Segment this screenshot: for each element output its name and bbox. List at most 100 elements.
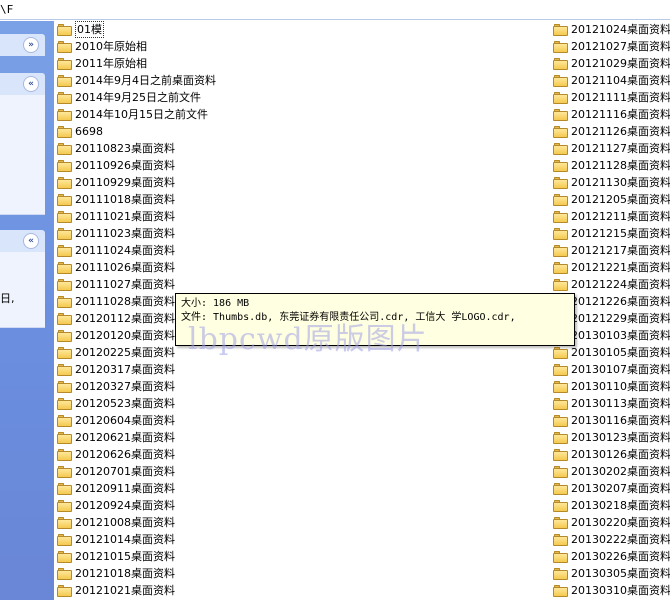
folder-item[interactable]: 2014年9月25日之前文件	[57, 89, 201, 106]
folder-item[interactable]: 20130222桌面资料	[553, 531, 670, 548]
folder-item[interactable]: 20121111桌面资料	[553, 89, 670, 106]
folder-item[interactable]: 20121024桌面资料	[553, 21, 670, 38]
address-bar[interactable]: \F	[0, 0, 670, 20]
folder-item[interactable]: 20111021桌面资料	[57, 208, 175, 225]
folder-item[interactable]: 20121104桌面资料	[553, 72, 670, 89]
folder-item[interactable]: 20120523桌面资料	[57, 395, 175, 412]
folder-item[interactable]: 20121015桌面资料	[57, 548, 175, 565]
folder-item[interactable]: 20120112桌面资料	[57, 310, 175, 327]
folder-item[interactable]: 2010年原始相	[57, 38, 147, 55]
folder-item[interactable]: 20120120桌面资料	[57, 327, 175, 344]
folder-icon	[57, 465, 72, 478]
folder-name: 20121221桌面资料	[571, 261, 670, 274]
folder-name: 20120120桌面资料	[75, 329, 175, 342]
task-group-header-2[interactable]: «	[0, 73, 45, 95]
folder-icon	[57, 499, 72, 512]
folder-icon	[553, 584, 568, 597]
folder-icon	[57, 108, 72, 121]
folder-item[interactable]: 2011年原始相	[57, 55, 147, 72]
task-group-header-3[interactable]: «	[0, 230, 45, 252]
folder-item[interactable]: 20121211桌面资料	[553, 208, 670, 225]
folder-item[interactable]: 2014年10月15日之前文件	[57, 106, 208, 123]
folder-item[interactable]: 20121027桌面资料	[553, 38, 670, 55]
folder-item[interactable]: 20121128桌面资料	[553, 157, 670, 174]
folder-name: 20120523桌面资料	[75, 397, 175, 410]
folder-item[interactable]: 20121018桌面资料	[57, 565, 175, 582]
folder-item[interactable]: 20121127桌面资料	[553, 140, 670, 157]
folder-item[interactable]: 20111026桌面资料	[57, 259, 175, 276]
folder-item[interactable]: 20121021桌面资料	[57, 582, 175, 599]
folder-item[interactable]: 2014年9月4日之前桌面资料	[57, 72, 216, 89]
folder-item[interactable]: 20130105桌面资料	[553, 344, 670, 361]
folder-icon	[553, 397, 568, 410]
folder-item[interactable]: 6698	[57, 123, 103, 140]
folder-item[interactable]: 01模	[57, 21, 104, 38]
folder-item[interactable]: 20110823桌面资料	[57, 140, 175, 157]
folder-icon	[57, 159, 72, 172]
folder-item[interactable]: 20120317桌面资料	[57, 361, 175, 378]
folder-icon	[553, 278, 568, 291]
folder-name: 2014年9月4日之前桌面资料	[75, 74, 216, 87]
folder-item[interactable]: 20130226桌面资料	[553, 548, 670, 565]
folder-item[interactable]: 20130113桌面资料	[553, 395, 670, 412]
folder-item[interactable]: 20130310桌面资料	[553, 582, 670, 599]
folder-item[interactable]: 20121116桌面资料	[553, 106, 670, 123]
folder-item[interactable]: 20121008桌面资料	[57, 514, 175, 531]
folder-item[interactable]: 20111023桌面资料	[57, 225, 175, 242]
folder-item[interactable]: 20121224桌面资料	[553, 276, 670, 293]
folder-item[interactable]: 20121130桌面资料	[553, 174, 670, 191]
folder-name: 20130107桌面资料	[571, 363, 670, 376]
folder-item[interactable]: 20130220桌面资料	[553, 514, 670, 531]
folder-item[interactable]: 20121221桌面资料	[553, 259, 670, 276]
folder-item[interactable]: 20110929桌面资料	[57, 174, 175, 191]
folder-icon	[57, 533, 72, 546]
folder-item[interactable]: 20130116桌面资料	[553, 412, 670, 429]
task-group-header-1[interactable]: »	[0, 34, 45, 56]
folder-item[interactable]: 20120604桌面资料	[57, 412, 175, 429]
folder-item[interactable]: 20120225桌面资料	[57, 344, 175, 361]
chevron-up-icon[interactable]: «	[23, 76, 39, 92]
folder-item[interactable]: 20120621桌面资料	[57, 429, 175, 446]
folder-item[interactable]: 20130305桌面资料	[553, 565, 670, 582]
folder-item[interactable]: 20120911桌面资料	[57, 480, 175, 497]
folder-item[interactable]: 20121215桌面资料	[553, 225, 670, 242]
folder-item[interactable]: 20130110桌面资料	[553, 378, 670, 395]
folder-name: 20121127桌面资料	[571, 142, 670, 155]
folder-item[interactable]: 20121126桌面资料	[553, 123, 670, 140]
folder-item[interactable]: 20130107桌面资料	[553, 361, 670, 378]
folder-name: 20130305桌面资料	[571, 567, 670, 580]
folder-item[interactable]: 20120924桌面资料	[57, 497, 175, 514]
folder-icon	[553, 380, 568, 393]
folder-icon	[553, 159, 568, 172]
chevron-up-icon[interactable]: «	[23, 233, 39, 249]
folder-item[interactable]: 20120327桌面资料	[57, 378, 175, 395]
folder-item[interactable]: 20121029桌面资料	[553, 55, 670, 72]
folder-item[interactable]: 20111027桌面资料	[57, 276, 175, 293]
folder-icon	[57, 346, 72, 359]
folder-item[interactable]: 20111028桌面资料	[57, 293, 175, 310]
task-partial-text: 日,	[0, 292, 15, 305]
folder-name: 20130110桌面资料	[571, 380, 670, 393]
folder-icon	[553, 550, 568, 563]
folder-item[interactable]: 20111024桌面资料	[57, 242, 175, 259]
folder-item[interactable]: 20130123桌面资料	[553, 429, 670, 446]
folder-icon	[553, 533, 568, 546]
folder-icon	[57, 584, 72, 597]
folder-name: 20130103桌面资料	[571, 329, 670, 342]
folder-item[interactable]: 20120626桌面资料	[57, 446, 175, 463]
folder-item[interactable]: 20110926桌面资料	[57, 157, 175, 174]
folder-icon	[57, 295, 72, 308]
folder-item[interactable]: 20121205桌面资料	[553, 191, 670, 208]
folder-item[interactable]: 20121014桌面资料	[57, 531, 175, 548]
folder-item[interactable]: 20130126桌面资料	[553, 446, 670, 463]
folder-item[interactable]: 20120701桌面资料	[57, 463, 175, 480]
chevron-down-icon[interactable]: »	[23, 37, 39, 53]
folder-item[interactable]: 20130207桌面资料	[553, 480, 670, 497]
folder-item[interactable]: 20130202桌面资料	[553, 463, 670, 480]
folder-name: 20130105桌面资料	[571, 346, 670, 359]
folder-name: 2014年10月15日之前文件	[75, 108, 208, 121]
folder-item[interactable]: 20111018桌面资料	[57, 191, 175, 208]
folder-item[interactable]: 20130218桌面资料	[553, 497, 670, 514]
folder-icon	[553, 91, 568, 104]
folder-item[interactable]: 20121217桌面资料	[553, 242, 670, 259]
